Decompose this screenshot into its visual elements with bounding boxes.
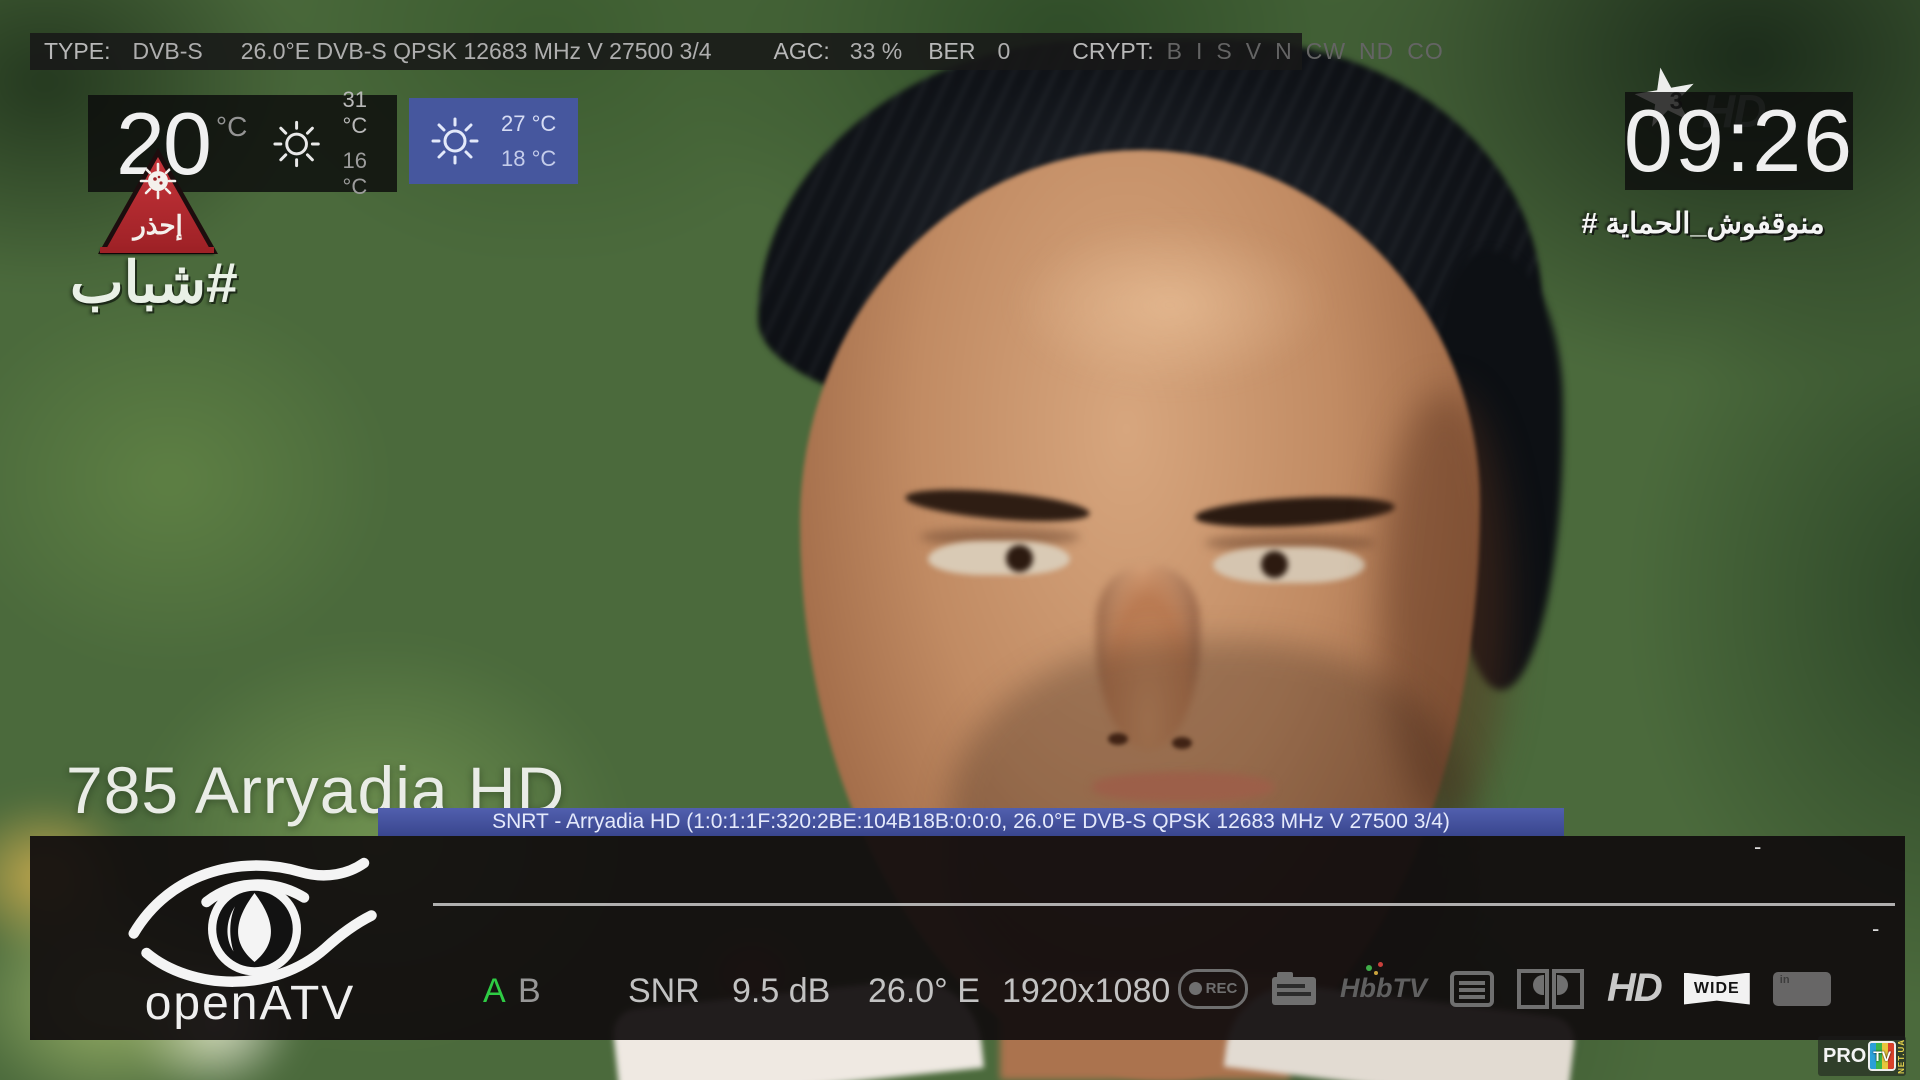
teletext-icon [1271,970,1317,1008]
orbital-position: 26.0° E [868,972,980,1011]
openatv-wordmark: openATV [92,976,408,1031]
hbbtv-dot-yellow [1374,971,1378,975]
weather-widget-tomorrow: 27 °C 18 °C [409,98,578,184]
subtitles-icon [1450,971,1494,1007]
hbbtv-label: HbbTV [1340,973,1427,1003]
openatv-eye-logo [85,842,415,992]
audio-track-a: A [483,972,506,1011]
crypt-flag: I [1196,38,1203,65]
clock-widget: 09:26 [1625,92,1853,190]
sun-icon [427,113,483,169]
service-reference-text: SNRT - Arryadia HD (1:0:1:1F:320:2BE:104… [492,810,1450,834]
record-icon: REC [1178,969,1248,1009]
dolby-right-d [1552,969,1584,1009]
crypt-flags: BISVN CW ND CO [1154,38,1444,65]
hbbtv-dot-red [1378,962,1383,967]
infobar-panel: - - openATV A B SNR 9.5 dB 26.0° E 1920x… [30,836,1905,1040]
tuner-status-bar: TYPE: DVB-S 26.0°E DVB-S QPSK 12683 MHz … [30,33,1302,70]
crypt-flag: CW [1306,38,1346,65]
hashtag-overlay-right: # منوقفوش_الحماية [1548,206,1858,241]
status-icons: REC HbbTV HD WIDE in [1178,966,1831,1011]
crypt-flag: V [1246,38,1262,65]
weather-widget-current: 20 °C 31 °C 16 °C [88,95,397,192]
hbbtv-dot-green [1366,965,1372,971]
ber-label: BER [928,38,975,65]
today-high: 31 °C [343,87,397,139]
lips [1092,772,1274,802]
type-value: DVB-S [132,38,202,65]
forehead-highlight [1010,220,1330,390]
type-label: TYPE: [44,38,110,65]
protv-tv-text: TV [1870,1043,1894,1069]
temperature-unit: °C [216,111,247,143]
audio-track-b: B [518,972,541,1011]
service-reference-bar: SNRT - Arryadia HD (1:0:1:1F:320:2BE:104… [378,808,1564,836]
protv-watermark: PRO TV NET.UA [1818,1036,1906,1076]
video-resolution: 1920x1080 [1002,972,1170,1011]
widescreen-icon: WIDE [1684,973,1750,1005]
dolby-icon [1517,969,1584,1009]
snr-value: 9.5 dB [732,972,830,1011]
agc-label: AGC: [774,38,830,65]
protv-net-text: NET.UA [1897,1039,1906,1074]
ber-value: 0 [997,38,1010,65]
hbbtv-icon: HbbTV [1340,973,1427,1004]
today-forecast: 31 °C 16 °C [343,87,397,200]
record-label: REC [1206,980,1238,997]
crypt-flag: S [1216,38,1232,65]
tomorrow-high: 27 °C [501,111,556,137]
hd-icon: HD [1607,966,1661,1011]
right-iris [1261,551,1288,578]
hashtag-overlay-left: #شباب [70,250,300,316]
event-placeholder-top: - [1754,834,1761,860]
tuner-info: 26.0°E DVB-S QPSK 12683 MHz V 27500 3/4 [241,38,712,65]
record-dot [1189,982,1202,995]
sun-icon [269,116,324,172]
separator-line [433,903,1895,906]
protv-pro-text: PRO [1823,1045,1866,1068]
left-iris [1006,545,1033,572]
crypt-flag: ND [1359,38,1394,65]
tomorrow-forecast: 27 °C 18 °C [501,111,556,172]
today-low: 16 °C [343,148,397,200]
snr-label: SNR [628,972,700,1011]
event-placeholder-mid: - [1872,916,1879,942]
crypt-label: CRYPT: [1072,38,1153,65]
widescreen-label: WIDE [1694,980,1740,998]
crypt-flag: N [1275,38,1293,65]
dolby-left-d [1517,969,1549,1009]
left-eye [928,541,1070,575]
crypt-flag: CO [1407,38,1444,65]
picon-placeholder-icon: in [1773,972,1831,1006]
tomorrow-low: 18 °C [501,146,556,172]
agc-value: 33 % [850,38,902,65]
protv-tv-badge: TV [1868,1041,1896,1071]
crypt-flag: B [1167,38,1183,65]
right-eye [1213,547,1365,583]
clock-time: 09:26 [1624,97,1854,185]
